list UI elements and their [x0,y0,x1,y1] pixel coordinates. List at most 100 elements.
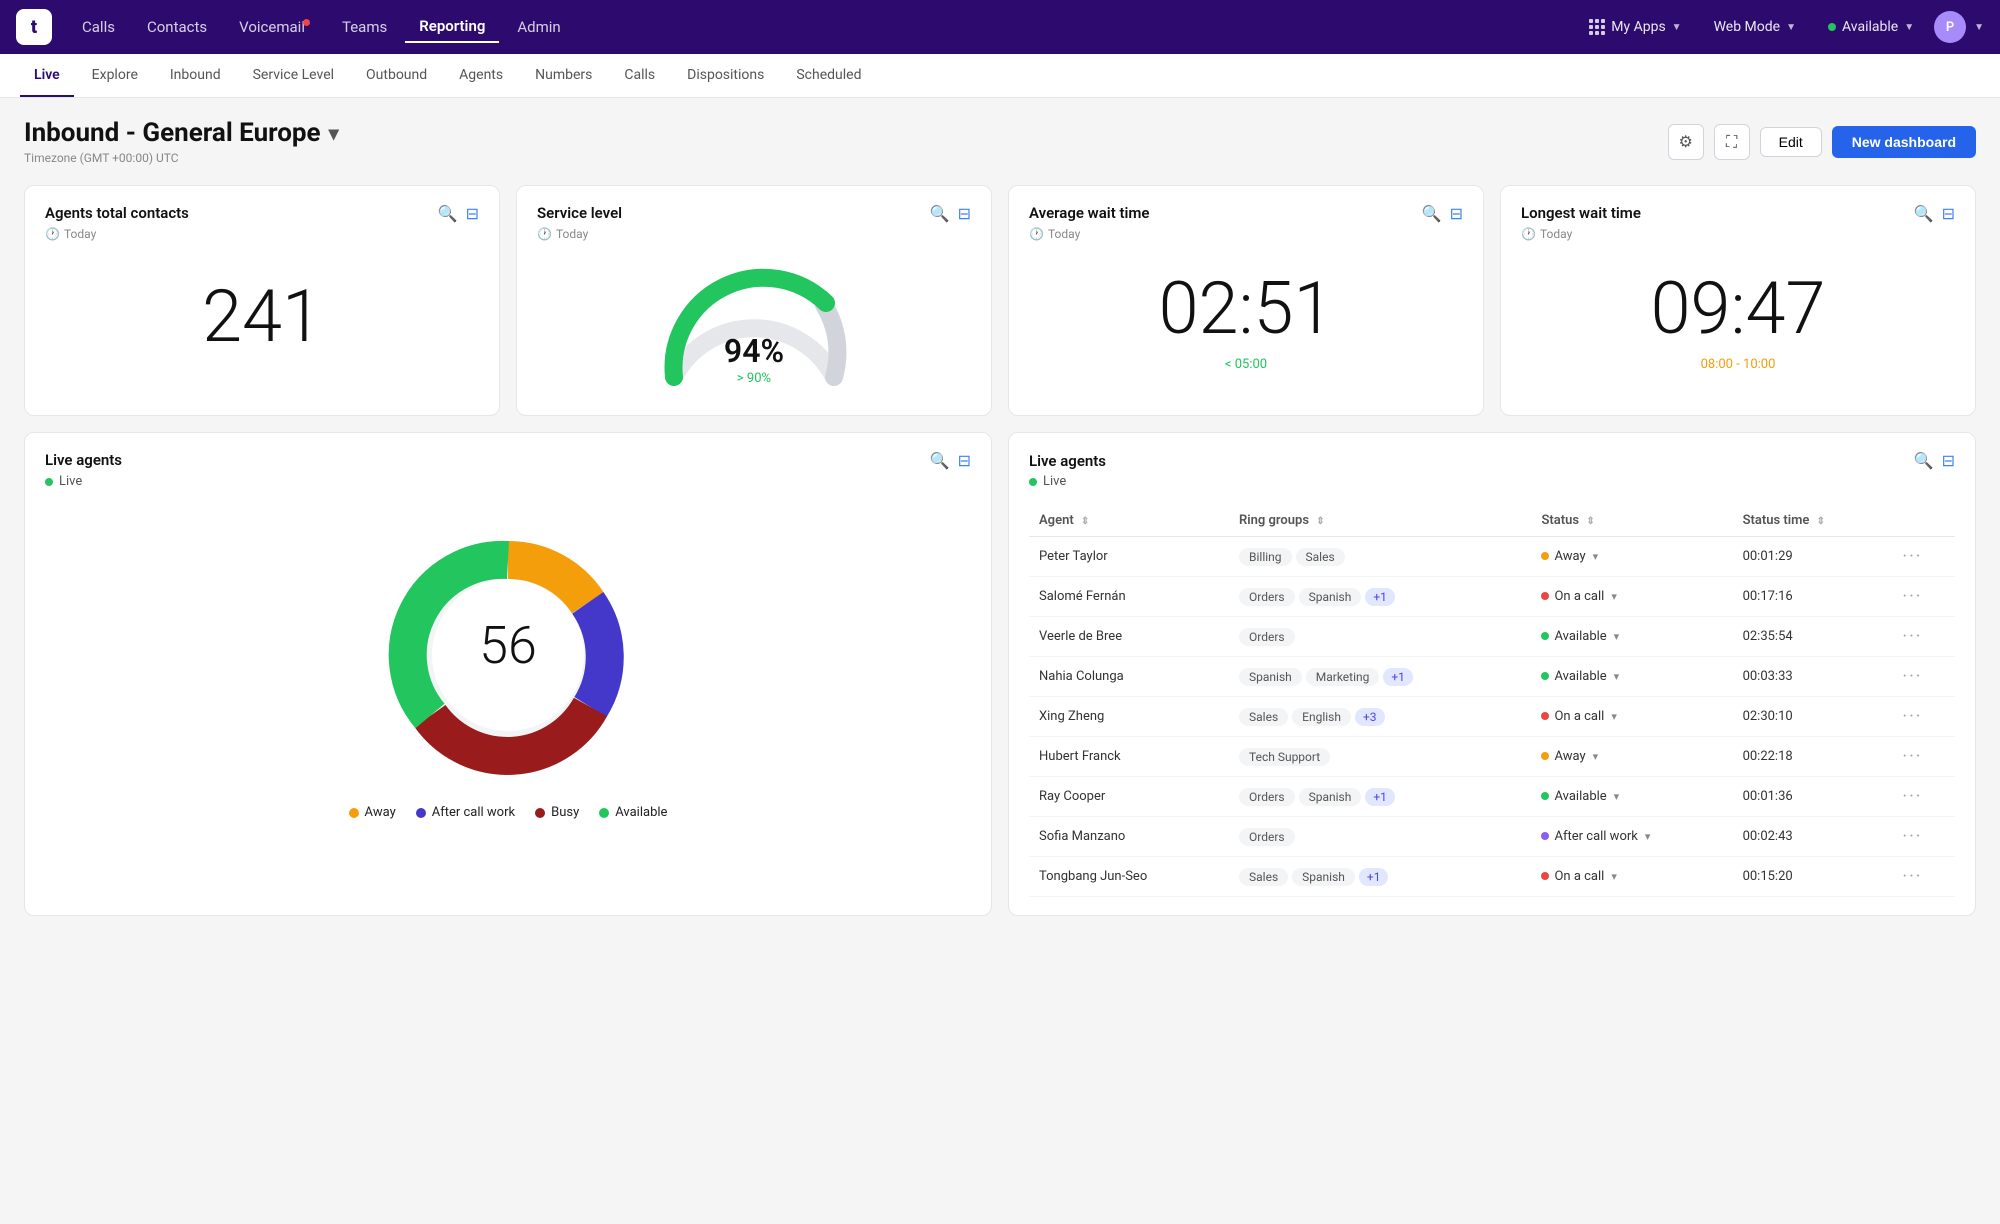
status-button[interactable]: Available ▼ [1816,13,1926,41]
nav-admin[interactable]: Admin [503,12,574,42]
row-more-button[interactable]: ··· [1892,737,1955,777]
status-dropdown[interactable]: ▾ [1593,550,1599,563]
new-dashboard-button[interactable]: New dashboard [1832,126,1976,158]
nav-voicemail[interactable]: Voicemail [225,12,324,42]
nav-reporting[interactable]: Reporting [405,11,499,43]
agent-name: Peter Taylor [1029,537,1229,577]
filter-icon[interactable]: ⊟ [1942,451,1955,470]
filter-icon[interactable]: ⊟ [958,204,971,223]
settings-button[interactable]: ⚙ [1668,124,1704,160]
col-status-time[interactable]: Status time ⇕ [1733,505,1893,537]
row-more-button[interactable]: ··· [1892,577,1955,617]
status-dropdown[interactable]: ▾ [1593,750,1599,763]
status-dropdown[interactable]: ▾ [1611,710,1617,723]
filter-icon[interactable]: ⊟ [466,204,479,223]
avatar[interactable]: P [1934,11,1966,43]
row-more-button[interactable]: ··· [1892,777,1955,817]
table-row: Veerle de BreeOrders Available ▾ 02:35:5… [1029,617,1955,657]
longest-wait-subtitle: 🕐 Today [1521,227,1955,241]
status-dropdown[interactable]: ▾ [1614,790,1620,803]
ring-groups: Orders [1229,617,1531,657]
row-more-button[interactable]: ··· [1892,857,1955,897]
avg-wait-card: Average wait time 🔍 ⊟ 🕐 Today 02:51 < 05… [1008,185,1484,416]
subnav-outbound[interactable]: Outbound [352,54,441,97]
status-dropdown[interactable]: ▾ [1645,830,1651,843]
row-more-button[interactable]: ··· [1892,657,1955,697]
row-more-button[interactable]: ··· [1892,697,1955,737]
longest-wait-sub: 08:00 - 10:00 [1521,357,1955,372]
agent-name: Hubert Franck [1029,737,1229,777]
filter-icon[interactable]: ⊟ [1450,204,1463,223]
donut-center-value: 56 [479,615,537,676]
status-dropdown[interactable]: ▾ [1614,630,1620,643]
search-icon[interactable]: 🔍 [930,204,950,223]
live-indicator: Live [45,474,971,489]
status-dropdown[interactable]: ▾ [1611,870,1617,883]
status-time: 00:22:18 [1733,737,1893,777]
filter-icon[interactable]: ⊟ [1942,204,1955,223]
main-content: Inbound - General Europe ▾ Timezone (GMT… [0,98,2000,936]
status-dot [1541,592,1549,600]
agents-table: Agent ⇕ Ring groups ⇕ Status ⇕ Status ti… [1029,505,1955,897]
dashboard-subtitle: Timezone (GMT +00:00) UTC [24,151,339,165]
nav-contacts[interactable]: Contacts [133,12,221,42]
status-dot [1541,832,1549,840]
subnav-agents[interactable]: Agents [445,54,517,97]
card-icons: 🔍 ⊟ [1422,204,1463,223]
subnav-numbers[interactable]: Numbers [521,54,606,97]
subnav-inbound[interactable]: Inbound [156,54,235,97]
agents-total-title: Agents total contacts [45,204,189,222]
subnav-service-level[interactable]: Service Level [239,54,348,97]
status-dropdown[interactable]: ▾ [1614,670,1620,683]
dashboard-title: Inbound - General Europe ▾ [24,118,339,148]
web-mode-button[interactable]: Web Mode ▼ [1702,13,1808,41]
status-time: 00:01:36 [1733,777,1893,817]
nav-calls[interactable]: Calls [68,12,129,42]
agent-name: Xing Zheng [1029,697,1229,737]
search-icon[interactable]: 🔍 [930,451,950,470]
live-agents-table-card: Live agents 🔍 ⊟ Live Agent ⇕ Ring groups… [1008,432,1976,916]
status-cell: On a call ▾ [1531,577,1732,617]
live-dot [45,478,53,486]
avg-wait-subtitle: 🕐 Today [1029,227,1463,241]
col-ring-groups[interactable]: Ring groups ⇕ [1229,505,1531,537]
status-badge: Available ▾ [1541,669,1619,684]
gauge-value-text: 94% [724,332,784,370]
filter-icon[interactable]: ⊟ [958,451,971,470]
subnav-calls[interactable]: Calls [610,54,669,97]
status-time: 00:03:33 [1733,657,1893,697]
longest-wait-value: 09:47 [1521,257,1955,353]
gauge-container: 94% > 90% [537,257,971,397]
subnav-explore[interactable]: Explore [78,54,152,97]
row-more-button[interactable]: ··· [1892,537,1955,577]
search-icon[interactable]: 🔍 [1914,451,1934,470]
col-status[interactable]: Status ⇕ [1531,505,1732,537]
search-icon[interactable]: 🔍 [438,204,458,223]
subnav-live[interactable]: Live [20,54,74,97]
avg-wait-title: Average wait time [1029,204,1150,222]
status-dropdown[interactable]: ▾ [1611,590,1617,603]
legend-after-call: After call work [416,805,515,820]
status-dot [1541,672,1549,680]
subnav-scheduled[interactable]: Scheduled [782,54,875,97]
col-agent[interactable]: Agent ⇕ [1029,505,1229,537]
row-more-button[interactable]: ··· [1892,817,1955,857]
live-dot-table [1029,478,1037,486]
agent-name: Veerle de Bree [1029,617,1229,657]
status-cell: Away ▾ [1531,737,1732,777]
row-more-button[interactable]: ··· [1892,617,1955,657]
table-row: Hubert FranckTech Support Away ▾ 00:22:1… [1029,737,1955,777]
app-logo[interactable]: t [16,9,52,45]
table-row: Tongbang Jun-SeoSalesSpanish+1 On a call… [1029,857,1955,897]
title-dropdown-icon[interactable]: ▾ [329,121,339,145]
subnav-dispositions[interactable]: Dispositions [673,54,778,97]
my-apps-button[interactable]: My Apps ▼ [1577,13,1693,41]
agents-total-value: 241 [45,257,479,365]
fullscreen-button[interactable]: ⛶ [1714,124,1750,160]
avatar-chevron[interactable]: ▼ [1974,22,1984,33]
search-icon[interactable]: 🔍 [1914,204,1934,223]
nav-teams[interactable]: Teams [328,12,401,42]
search-icon[interactable]: 🔍 [1422,204,1442,223]
edit-button[interactable]: Edit [1760,127,1822,157]
avg-wait-sub: < 05:00 [1029,357,1463,372]
